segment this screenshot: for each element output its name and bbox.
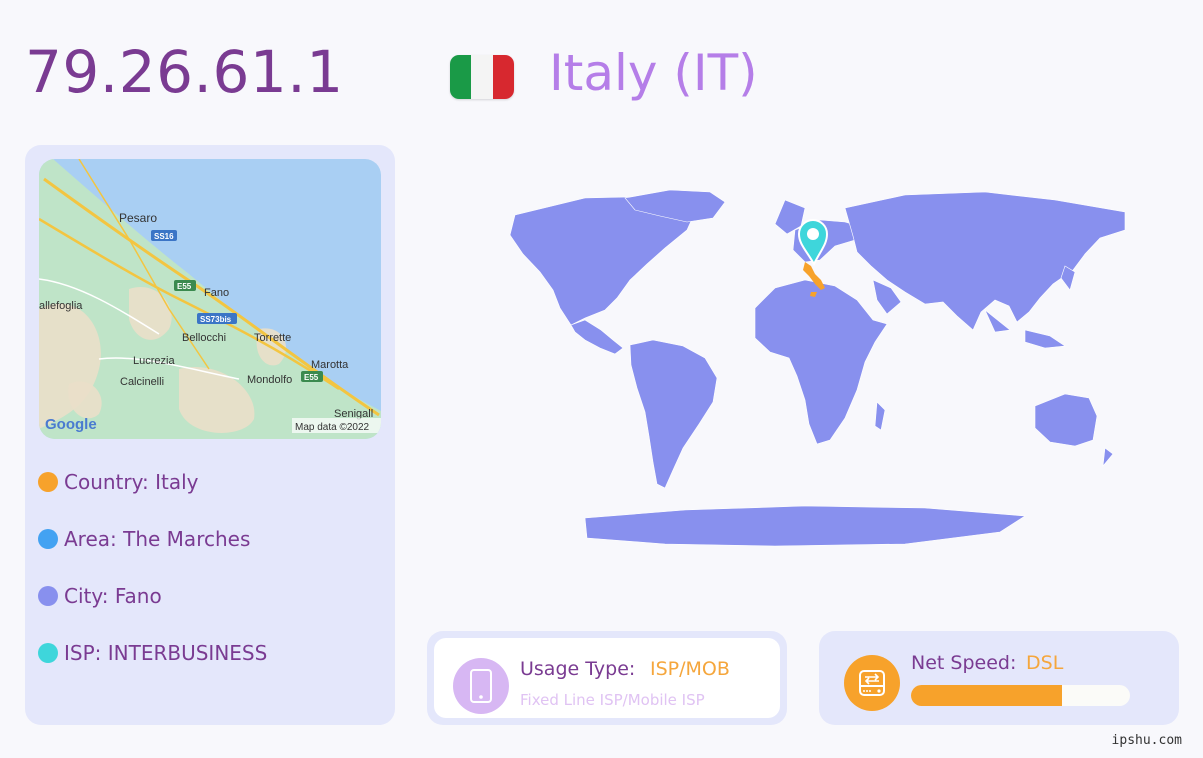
map-road-label: SS16 [154, 232, 174, 241]
google-logo: Google [45, 416, 97, 433]
country-title: Italy (IT) [549, 44, 758, 102]
map-place-label: Bellocchi [182, 332, 226, 344]
usage-type-panel: Usage Type: ISP/MOB Fixed Line ISP/Mobil… [434, 638, 780, 718]
map-place-label: Marotta [311, 359, 349, 371]
italy-flag-icon [450, 55, 514, 99]
map-attribution: Map data ©2022 [295, 422, 370, 433]
world-map [425, 180, 1155, 564]
info-country: Country: Italy [38, 467, 368, 497]
area-dot-icon [38, 529, 58, 549]
site-footer: ipshu.com [1111, 733, 1182, 748]
map-place-label: Mondolfo [247, 374, 292, 386]
usage-type-description: Fixed Line ISP/Mobile ISP [520, 691, 705, 709]
flag-stripe-red [492, 55, 514, 99]
net-speed-card: Net Speed: DSL [819, 631, 1179, 725]
map-place-label: Calcinelli [120, 376, 164, 388]
isp-dot-icon [38, 643, 58, 663]
info-country-text: Country: Italy [64, 470, 199, 494]
map-place-label: Lucrezia [133, 355, 175, 367]
flag-stripe-green [450, 55, 472, 99]
map-road-label: SS73bis [200, 315, 232, 324]
ip-address: 79.26.61.1 [25, 38, 344, 106]
net-speed-bar [911, 685, 1130, 706]
net-speed-bar-fill [911, 685, 1063, 706]
country-dot-icon [38, 472, 58, 492]
usage-type-value: ISP/MOB [650, 658, 730, 680]
map-place-label: Fano [204, 287, 229, 299]
map-place-label: Torrette [254, 332, 291, 344]
usage-type-card: Usage Type: ISP/MOB Fixed Line ISP/Mobil… [427, 631, 787, 725]
usage-type-label: Usage Type: [520, 658, 636, 680]
location-card: Pesaro allefoglia Fano Bellocchi Torrett… [25, 145, 395, 725]
info-isp-text: ISP: INTERBUSINESS [64, 641, 268, 665]
city-dot-icon [38, 586, 58, 606]
info-area: Area: The Marches [38, 524, 368, 554]
location-map[interactable]: Pesaro allefoglia Fano Bellocchi Torrett… [39, 159, 381, 439]
map-place-label: allefoglia [39, 300, 83, 312]
map-road-label: E55 [304, 373, 319, 382]
net-speed-value: DSL [1026, 652, 1064, 674]
network-drive-icon [844, 655, 900, 711]
info-area-text: Area: The Marches [64, 527, 251, 551]
info-city-text: City: Fano [64, 584, 162, 608]
flag-stripe-white [471, 55, 493, 99]
mobile-phone-icon [453, 658, 509, 714]
info-isp: ISP: INTERBUSINESS [38, 638, 368, 668]
net-speed-label: Net Speed: [911, 652, 1017, 674]
map-road-label: E55 [177, 282, 192, 291]
info-city: City: Fano [38, 581, 368, 611]
map-place-label: Pesaro [119, 211, 157, 225]
